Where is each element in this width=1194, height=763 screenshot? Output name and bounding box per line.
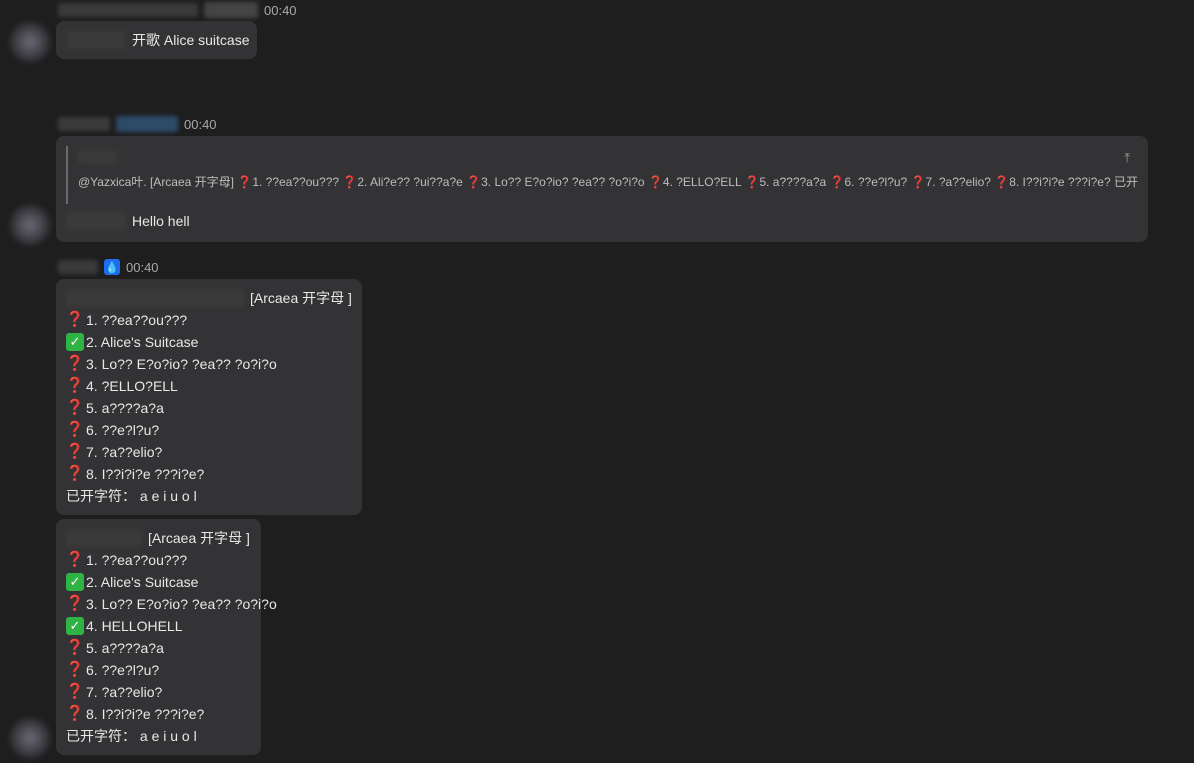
message-content: 开歌 Alice suitcase <box>66 29 249 51</box>
question-mark-icon: ❓ <box>65 311 85 328</box>
question-mark-icon: ❓ <box>65 661 85 678</box>
reply-text: @Yazxica叶. [Arcaea 开字母] ❓1. ??ea??ou??? … <box>78 175 1138 189</box>
message-content: [Arcaea 开字母 ] ❓ 1. ??ea??ou??? ✓ 2. Alice'… <box>66 287 352 507</box>
question-mark-icon: ❓ <box>65 465 85 482</box>
reply-sender <box>78 150 118 164</box>
message-header: [Arcaea 开字母 ] <box>66 527 277 549</box>
message-header: [Arcaea 开字母 ] <box>66 287 352 309</box>
list-item: ✓ 2. Alice's Suitcase <box>66 331 352 353</box>
list-item: ✓ 2. Alice's Suitcase <box>66 571 277 593</box>
list-item: ❓ 6. ??e?l?u? <box>65 421 160 438</box>
sender-name <box>58 3 198 17</box>
question-mark-icon: ❓ <box>65 421 85 438</box>
sender-tag <box>204 2 258 18</box>
scroll-to-top-icon[interactable]: ⤒ <box>1124 150 1130 166</box>
question-mark-icon: ❓ <box>65 683 85 700</box>
sender-tag <box>116 116 178 132</box>
message-footer: 已开字符： a e i u o l <box>66 728 197 744</box>
mention-tag <box>66 31 126 49</box>
message-text: 开歌 Alice suitcase <box>132 32 250 48</box>
message-footer: 已开字符： a e i u o l <box>66 488 197 504</box>
list-item: ❓ 8. I??i?i?e ???i?e? <box>65 465 205 482</box>
message-content: Hello hell <box>66 210 190 232</box>
message-bubble[interactable]: @Yazxica叶. [Arcaea 开字母] ❓1. ??ea??ou??? … <box>56 136 1148 242</box>
message-bubble[interactable]: [Arcaea 开字母 ] ❓ 1. ??ea??ou??? ✓ 2. Alice'… <box>56 519 277 755</box>
list-item: ❓ 3. Lo?? E?o?io? ?ea?? ?o?i?o <box>65 595 277 612</box>
list-item: ❓ 7. ?a??elio? <box>65 683 163 700</box>
reply-quote[interactable]: @Yazxica叶. [Arcaea 开字母] ❓1. ??ea??ou??? … <box>66 146 1138 204</box>
sender-name <box>58 260 98 274</box>
check-mark-icon: ✓ <box>66 333 84 351</box>
mention-tag <box>66 212 126 230</box>
list-item: ❓ 1. ??ea??ou??? <box>65 311 188 328</box>
avatar[interactable] <box>10 205 50 245</box>
list-item: ❓ 8. I??i?i?e ???i?e? <box>65 705 205 722</box>
message-meta: 00:40 <box>58 2 297 18</box>
list-item: ❓ 5. a????a?a <box>65 399 164 416</box>
question-mark-icon: ❓ <box>65 551 85 568</box>
message-content: [Arcaea 开字母 ] ❓ 1. ??ea??ou??? ✓ 2. Alice'… <box>66 527 277 747</box>
question-mark-icon: ❓ <box>65 355 85 372</box>
message-time: 00:40 <box>264 2 297 18</box>
question-mark-icon: ❓ <box>65 399 85 416</box>
check-mark-icon: ✓ <box>66 617 84 635</box>
message-bubble[interactable]: [Arcaea 开字母 ] ❓ 1. ??ea??ou??? ✓ 2. Alice'… <box>56 279 362 515</box>
mention-tag <box>66 289 244 307</box>
avatar[interactable] <box>10 718 50 758</box>
message-meta: 💧 00:40 <box>58 259 159 275</box>
message-meta: 00:40 <box>58 116 217 132</box>
question-mark-icon: ❓ <box>65 595 85 612</box>
message-time: 00:40 <box>184 116 217 132</box>
list-item: ❓ 7. ?a??elio? <box>65 443 163 460</box>
avatar[interactable] <box>10 22 50 62</box>
question-mark-icon: ❓ <box>65 377 85 394</box>
list-item: ❓ 6. ??e?l?u? <box>65 661 160 678</box>
question-mark-icon: ❓ <box>65 705 85 722</box>
list-item: ❓ 5. a????a?a <box>65 639 164 656</box>
sender-name <box>58 117 110 131</box>
message-time: 00:40 <box>126 259 159 275</box>
message-text: Hello hell <box>132 213 190 229</box>
question-mark-icon: ❓ <box>65 639 85 656</box>
list-item: ❓ 4. ?ELLO?ELL <box>65 377 178 394</box>
list-item: ✓ 4. HELLOHELL <box>66 615 277 637</box>
message-bubble[interactable]: 开歌 Alice suitcase <box>56 21 257 59</box>
drop-icon: 💧 <box>104 259 120 275</box>
list-item: ❓ 3. Lo?? E?o?io? ?ea?? ?o?i?o <box>65 355 277 372</box>
mention-tag <box>66 529 142 547</box>
question-mark-icon: ❓ <box>65 443 85 460</box>
list-item: ❓ 1. ??ea??ou??? <box>65 551 188 568</box>
check-mark-icon: ✓ <box>66 573 84 591</box>
